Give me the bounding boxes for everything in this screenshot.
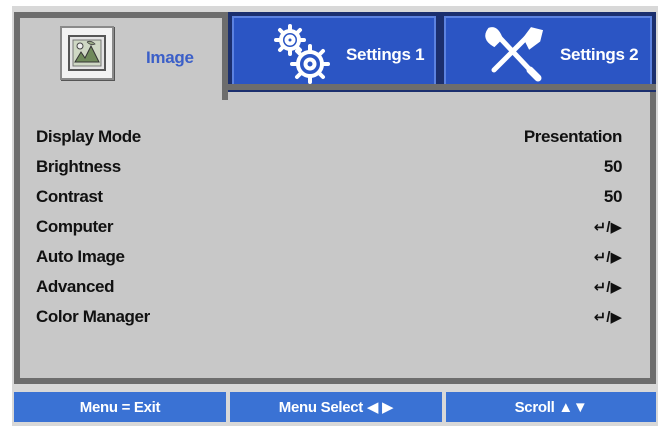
menu-row-value: 50 bbox=[603, 157, 623, 176]
menu-row-brightness[interactable]: Brightness 50 bbox=[36, 152, 622, 182]
tab-settings-1-label: Settings 1 bbox=[346, 45, 425, 64]
image-icon bbox=[60, 26, 114, 80]
menu-row-computer[interactable]: Computer ↵/▶ bbox=[36, 212, 622, 242]
menu-exit-hint: Menu = Exit bbox=[14, 392, 226, 422]
tools-icon bbox=[480, 24, 548, 86]
menu-row-display-mode[interactable]: Display Mode Presentation bbox=[36, 122, 622, 152]
menu-row-advanced[interactable]: Advanced ↵/▶ bbox=[36, 272, 622, 302]
menu-row-auto-image[interactable]: Auto Image ↵/▶ bbox=[36, 242, 622, 272]
tab-settings-2[interactable]: Settings 2 bbox=[440, 12, 656, 92]
menu-row-value: Presentation bbox=[523, 127, 623, 146]
image-menu-panel: Display Mode Presentation Brightness 50 … bbox=[14, 92, 656, 384]
enter-submenu-icon: ↵/▶ bbox=[593, 309, 622, 326]
enter-submenu-icon: ↵/▶ bbox=[593, 219, 622, 236]
menu-row-color-manager[interactable]: Color Manager ↵/▶ bbox=[36, 302, 622, 332]
menu-row-label: Color Manager bbox=[36, 307, 150, 326]
enter-submenu-icon: ↵/▶ bbox=[593, 249, 622, 266]
menu-row-value: 50 bbox=[603, 187, 623, 206]
tab-image[interactable]: Image bbox=[14, 12, 228, 100]
menu-row-contrast[interactable]: Contrast 50 bbox=[36, 182, 622, 212]
menu-row-label: Contrast bbox=[36, 187, 103, 206]
tab-strip: Image Settings 1 Settings 2 bbox=[14, 12, 656, 100]
enter-submenu-icon: ↵/▶ bbox=[593, 279, 622, 296]
tab-settings-1[interactable]: Settings 1 bbox=[228, 12, 440, 92]
menu-row-label: Brightness bbox=[36, 157, 121, 176]
footer-hint-bar: Menu = Exit Menu Select ◀ ▶ Scroll ▲▼ bbox=[14, 392, 656, 422]
panel-divider bbox=[214, 84, 656, 90]
tab-image-label: Image bbox=[146, 48, 194, 67]
tab-settings-2-label: Settings 2 bbox=[560, 45, 639, 64]
menu-row-label: Computer bbox=[36, 217, 114, 236]
menu-row-label: Auto Image bbox=[36, 247, 125, 266]
menu-row-label: Advanced bbox=[36, 277, 115, 296]
menu-select-hint: Menu Select ◀ ▶ bbox=[230, 392, 442, 422]
gears-icon bbox=[272, 24, 338, 86]
menu-row-label: Display Mode bbox=[36, 127, 141, 146]
scroll-hint: Scroll ▲▼ bbox=[446, 392, 656, 422]
